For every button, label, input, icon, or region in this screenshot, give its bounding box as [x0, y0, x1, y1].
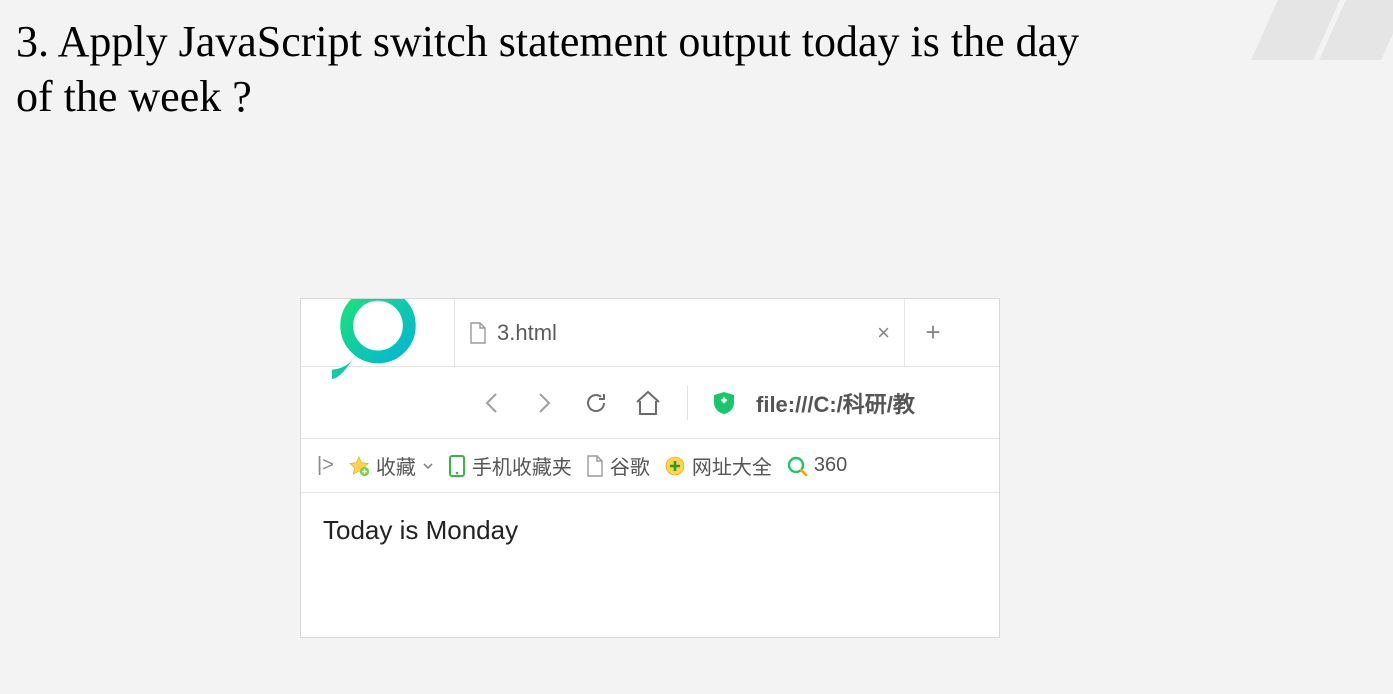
bookmark-360search[interactable]: 360	[786, 454, 847, 477]
bookmark-label: 手机收藏夹	[472, 451, 572, 480]
file-icon	[586, 455, 604, 477]
security-shield-icon[interactable]	[710, 389, 738, 417]
reload-button[interactable]	[579, 386, 613, 420]
bookmark-favorites[interactable]: 收藏	[348, 451, 434, 480]
phone-icon	[448, 454, 466, 478]
bookmark-expand-icon[interactable]: |>	[317, 454, 334, 477]
question-text: 3. Apply JavaScript switch statement out…	[0, 0, 1100, 124]
tab-title: 3.html	[497, 320, 867, 346]
e-logo-icon	[332, 298, 424, 379]
bookmark-bar: |> 收藏 手机收藏夹 谷歌	[301, 439, 999, 493]
back-button[interactable]	[475, 386, 509, 420]
page-output-text: Today is Monday	[323, 515, 518, 545]
chevron-down-icon	[422, 460, 434, 472]
bookmark-site-directory[interactable]: 网址大全	[664, 451, 772, 480]
home-button[interactable]	[631, 386, 665, 420]
page-content: Today is Monday	[301, 493, 999, 568]
star-icon	[348, 455, 370, 477]
new-tab-button[interactable]: +	[905, 299, 961, 366]
browser-window: 3.html × + file:///C:/科研/教 |>	[300, 298, 1000, 638]
plus-circle-icon	[664, 455, 686, 477]
bookmark-label: 网址大全	[692, 451, 772, 480]
bookmark-mobile-favorites[interactable]: 手机收藏夹	[448, 451, 572, 480]
bookmark-label: 收藏	[376, 451, 416, 480]
forward-button[interactable]	[527, 386, 561, 420]
slide-corner-decoration	[1265, 0, 1393, 60]
browser-tab[interactable]: 3.html ×	[455, 299, 905, 366]
bookmark-google[interactable]: 谷歌	[586, 451, 650, 480]
tab-close-icon[interactable]: ×	[877, 320, 890, 346]
file-icon	[469, 322, 487, 344]
browser-tab-bar: 3.html × +	[301, 299, 999, 367]
address-bar-url[interactable]: file:///C:/科研/教	[756, 387, 915, 419]
browser-logo	[301, 299, 455, 366]
bookmark-label: 360	[814, 454, 847, 477]
search-360-icon	[786, 455, 808, 477]
nav-divider	[687, 386, 688, 420]
bookmark-label: 谷歌	[610, 451, 650, 480]
